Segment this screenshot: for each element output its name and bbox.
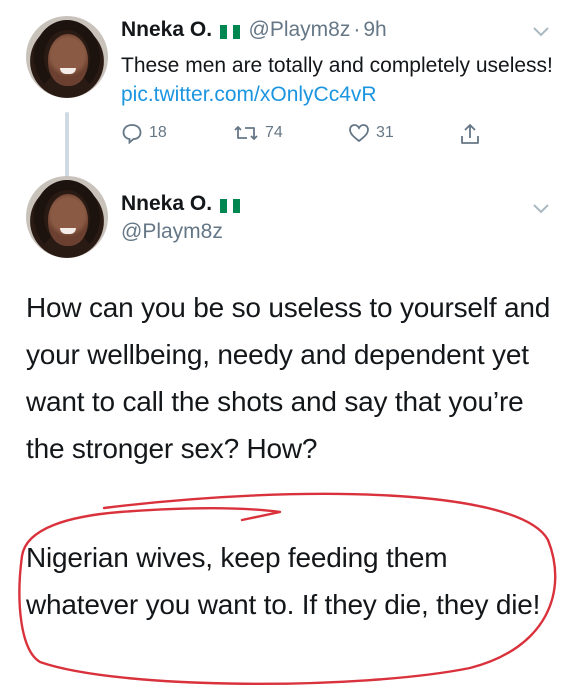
red-annotation-circle [18,492,557,686]
